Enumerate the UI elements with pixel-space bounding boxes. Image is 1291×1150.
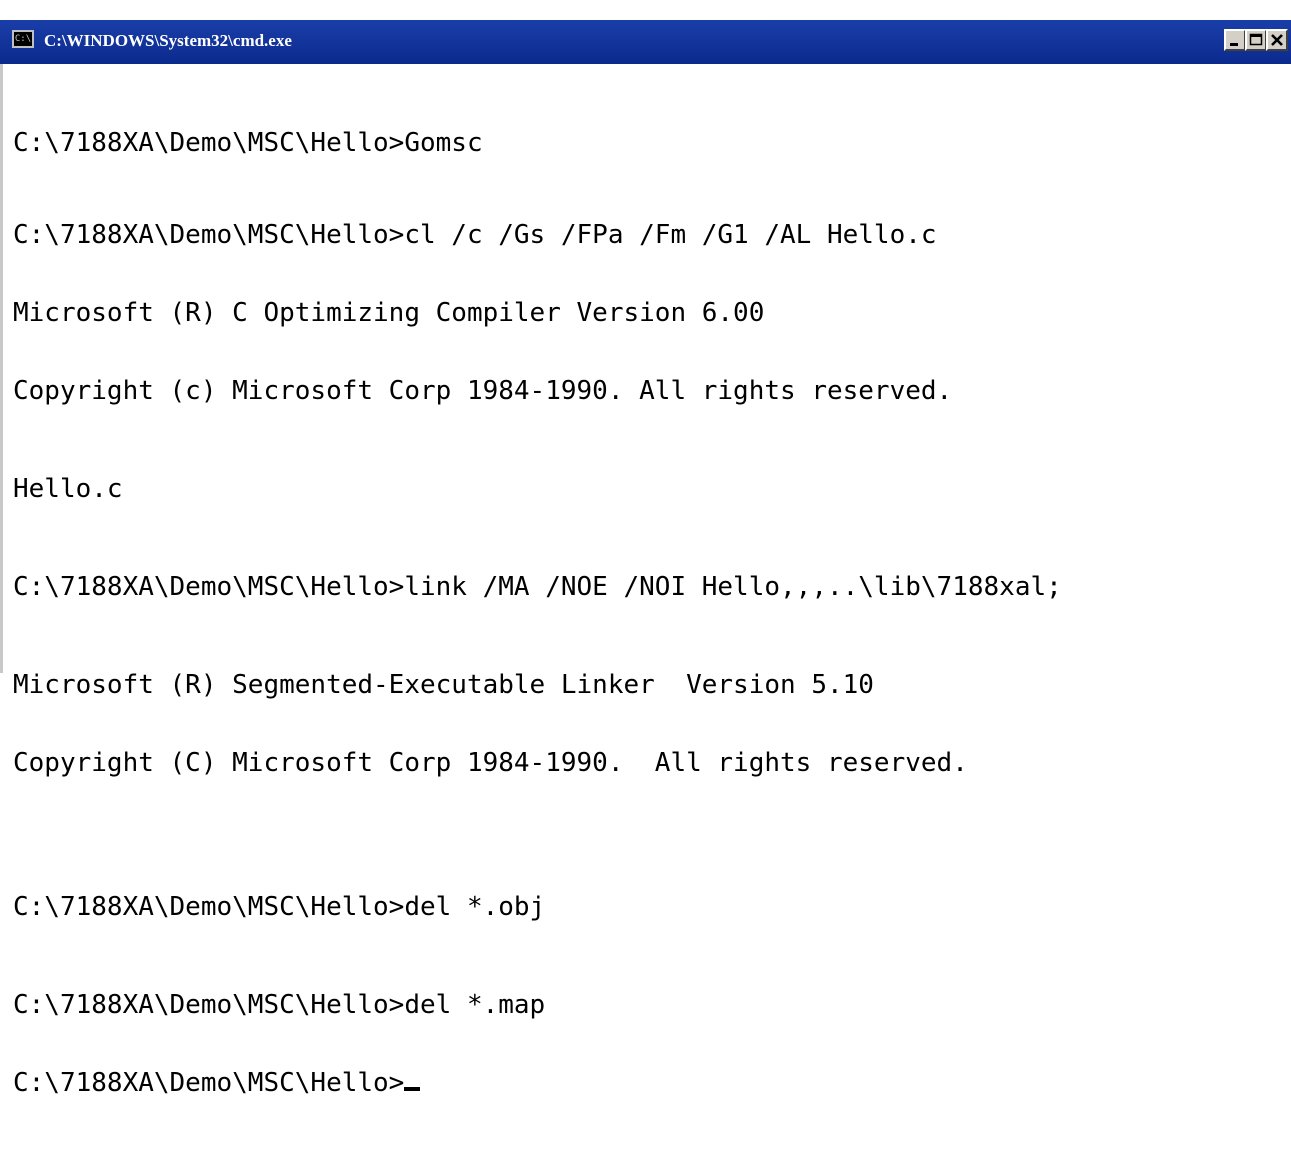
- console-line: Hello.c: [13, 474, 123, 504]
- minimize-icon: [1230, 43, 1238, 46]
- console-line: C:\7188XA\Demo\MSC\Hello>Gomsc: [13, 128, 483, 158]
- close-icon: [1271, 34, 1283, 46]
- console-line: Microsoft (R) C Optimizing Compiler Vers…: [13, 298, 765, 328]
- console-area[interactable]: C:\7188XA\Demo\MSC\Hello>Gomsc C:\7188XA…: [0, 64, 1291, 1096]
- close-button[interactable]: [1266, 29, 1288, 51]
- console-line: C:\7188XA\Demo\MSC\Hello>link /MA /NOE /…: [13, 572, 1062, 602]
- console-line: Copyright (c) Microsoft Corp 1984-1990. …: [13, 376, 953, 406]
- console-line: C:\7188XA\Demo\MSC\Hello>cl /c /Gs /FPa …: [13, 220, 937, 250]
- console-icon[interactable]: C:\: [12, 30, 34, 48]
- prompt-line[interactable]: C:\7188XA\Demo\MSC\Hello>: [13, 1070, 1283, 1096]
- window-title: C:\WINDOWS\System32\cmd.exe: [44, 31, 292, 50]
- console-output: C:\7188XA\Demo\MSC\Hello>Gomsc C:\7188XA…: [13, 78, 1283, 1148]
- text-cursor: [404, 1087, 421, 1091]
- maximize-icon: [1249, 33, 1263, 46]
- maximize-button[interactable]: [1245, 29, 1267, 51]
- prompt-text: C:\7188XA\Demo\MSC\Hello>: [13, 1068, 405, 1098]
- console-line: C:\7188XA\Demo\MSC\Hello>del *.map: [13, 990, 546, 1020]
- title-bar[interactable]: C:\ C:\WINDOWS\System32\cmd.exe: [0, 20, 1291, 64]
- console-line: C:\7188XA\Demo\MSC\Hello>del *.obj: [13, 892, 546, 922]
- minimize-button[interactable]: [1224, 29, 1246, 51]
- console-line: Microsoft (R) Segmented-Executable Linke…: [13, 670, 874, 700]
- cmd-window: C:\ C:\WINDOWS\System32\cmd.exe C:\7188X…: [0, 0, 1291, 1096]
- console-line: Copyright (C) Microsoft Corp 1984-1990. …: [13, 748, 968, 778]
